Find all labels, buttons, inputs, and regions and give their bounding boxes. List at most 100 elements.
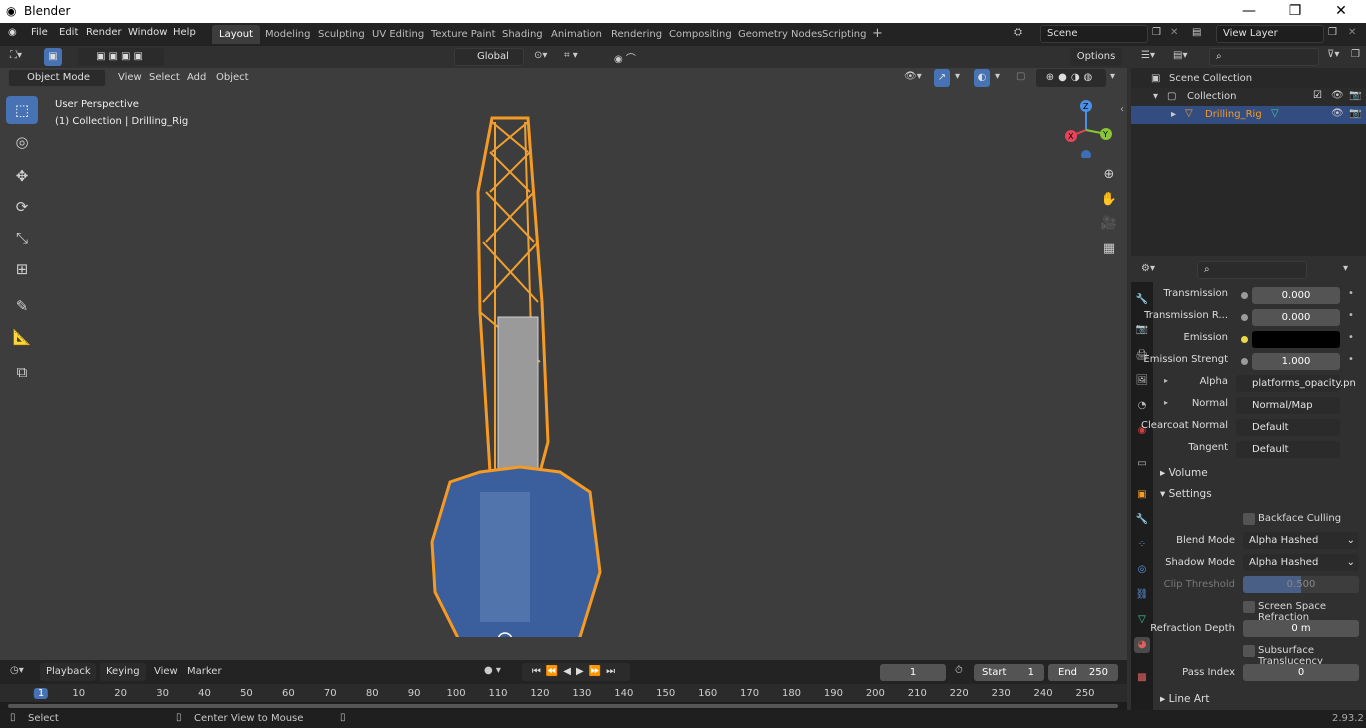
transform-orientation-select[interactable]: Global [454,48,524,66]
selection-mode-icons[interactable]: ▣▣▣▣ [78,48,164,66]
timeline-editor-type-icon[interactable]: ◷▾ [10,665,24,676]
rotate-tool-icon[interactable]: ⟳ [6,193,38,221]
outliner-search-input[interactable]: ⌕ [1209,48,1319,66]
backface-culling-checkbox[interactable] [1243,513,1255,525]
material-tab-icon[interactable]: ◕ [1134,637,1150,653]
normal-field[interactable]: Normal/Map [1236,397,1340,414]
collection-tab-icon[interactable]: ▭ [1134,456,1150,472]
snap-icon[interactable]: ⌗ ▾ [564,50,578,61]
outliner-row-collection[interactable]: ▾ ▢ Collection ☑ 👁 📷 [1131,88,1366,106]
keyframe-emission-icon[interactable]: • [1348,332,1354,343]
transmission-r-field[interactable]: 0.000 [1252,309,1340,326]
timeline-view-menu[interactable]: View [154,666,178,677]
display-mode-icon[interactable]: ▤▾ [1173,50,1187,61]
socket-transmission-r-icon[interactable] [1241,314,1248,321]
new-view-layer-icon[interactable]: ❐ [1328,27,1337,38]
blend-mode-select[interactable]: Alpha Hashed ⌄ [1243,532,1359,549]
socket-emission-icon[interactable] [1241,336,1248,343]
menu-window[interactable]: Window [128,27,167,38]
overlay-dropdown-icon[interactable]: ▾ [995,71,1000,82]
pan-hand-icon[interactable]: ✋ [1098,189,1120,211]
exclude-checkbox-icon[interactable]: ☑ [1313,90,1322,101]
end-frame-field[interactable]: End 250 [1048,664,1118,681]
workspace-tab-animation[interactable]: Animation [544,25,609,44]
gizmo-toggle-icon[interactable]: ↗ [934,69,950,87]
select-box-tool-icon[interactable]: ▣ [44,48,62,66]
gizmo-dropdown-icon[interactable]: ▾ [955,71,960,82]
menu-render[interactable]: Render [86,27,122,38]
emission-strengt-field[interactable]: 1.000 [1252,353,1340,370]
workspace-tab-layout[interactable]: Layout [212,25,260,44]
workspace-tab-sculpting[interactable]: Sculpting [311,25,372,44]
cursor-tool-icon[interactable]: ◎ [6,128,38,156]
minimize-icon[interactable]: — [1226,2,1272,22]
pivot-point-icon[interactable]: ⊙▾ [534,50,547,61]
tangent-field[interactable]: Default [1236,441,1340,458]
menu-edit[interactable]: Edit [59,27,78,38]
alpha-field[interactable]: platforms_opacity.pn [1236,375,1356,392]
shadow-mode-select[interactable]: Alpha Hashed ⌄ [1243,554,1359,571]
hide-viewport-icon[interactable]: 👁 [1331,108,1344,119]
add-workspace-icon[interactable]: + [872,26,883,41]
workspace-tab-compositing[interactable]: Compositing [662,25,739,44]
collapse-collection-icon[interactable]: ▾ [1153,91,1158,102]
expand-object-icon[interactable]: ▸ [1171,109,1176,120]
visibility-icon[interactable]: 👁▾ [904,71,922,82]
viewport-menu-select[interactable]: Select [149,72,180,83]
proportional-edit-icon[interactable]: ◉ ⌒ [614,50,636,65]
add-cube-tool-icon[interactable]: ⧉ [6,358,38,386]
workspace-tab-rendering[interactable]: Rendering [604,25,669,44]
current-frame-field[interactable]: 1 [880,664,946,681]
move-tool-icon[interactable]: ✥ [6,162,38,190]
hide-viewport-icon[interactable]: 👁 [1331,90,1344,101]
workspace-tab-uv-editing[interactable]: UV Editing [365,25,431,44]
measure-tool-icon[interactable]: 📐 [6,323,38,351]
editor-type-icon[interactable]: ⛶▾ [10,50,22,61]
modifier-tab-icon[interactable]: 🔧 [1134,512,1150,528]
workspace-tab-shading[interactable]: Shading [495,25,550,44]
workspace-tab-texture-paint[interactable]: Texture Paint [424,25,503,44]
timeline-marker-menu[interactable]: Marker [187,666,222,677]
object-tab-icon[interactable]: ▣ [1134,487,1150,503]
xray-icon[interactable]: ▢ [1016,71,1025,82]
camera-view-icon[interactable]: 🎥 [1098,213,1120,235]
viewport-menu-add[interactable]: Add [187,72,206,83]
volume-section[interactable]: ▸ Volume [1160,467,1208,479]
outliner-row-drilling-rig[interactable]: ▸ ▽ Drilling_Rig ▽ 👁 📷 [1131,106,1366,124]
scale-tool-icon[interactable]: ⤡ [6,224,38,252]
emission-field[interactable] [1252,331,1340,348]
expand-normal-icon[interactable]: ▸ [1164,398,1168,407]
viewport-menu-view[interactable]: View [118,72,142,83]
keyframe-transmission-r-icon[interactable]: • [1348,310,1354,321]
timeline-scrollbar[interactable] [0,702,1127,710]
ortho-grid-icon[interactable]: ▦ [1098,238,1120,260]
shading-dropdown-icon[interactable]: ▾ [1110,71,1115,82]
menu-help[interactable]: Help [173,27,196,38]
outliner-editor-type-icon[interactable]: ☰▾ [1141,50,1155,61]
filter-icon[interactable]: ⊽▾ [1327,49,1339,60]
scene-field[interactable]: Scene [1040,25,1148,43]
options-button[interactable]: Options [1070,48,1122,66]
view-layer-icon[interactable]: ▤ [1192,27,1201,38]
maximize-icon[interactable]: ❐ [1272,2,1318,22]
menu-file[interactable]: File [31,27,48,38]
keyframe-emission-strengt-icon[interactable]: • [1348,354,1354,365]
drilling-rig-model[interactable] [420,112,620,637]
close-icon[interactable]: ✕ [1318,2,1364,22]
scene-icon[interactable]: ⛭ [1014,27,1022,38]
clearcoat-normal-field[interactable]: Default [1236,419,1340,436]
line-art-section[interactable]: ▸ Line Art [1160,693,1209,705]
disable-render-icon[interactable]: 📷 [1349,90,1361,101]
annotate-tool-icon[interactable]: ✎ [6,292,38,320]
outliner-row-scene-collection[interactable]: ▣ Scene Collection [1131,70,1366,88]
3d-viewport[interactable]: ⛶▾ ▣ ▣▣▣▣ Global ⊙▾ ⌗ ▾ ◉ ⌒ Options Obje… [0,46,1127,660]
refraction-depth-field[interactable]: 0 m [1243,620,1359,637]
subsurface-translucency-checkbox[interactable] [1243,645,1255,657]
socket-transmission-icon[interactable] [1241,292,1248,299]
view-layer-field[interactable]: View Layer [1216,25,1324,43]
preview-range-icon[interactable]: ⏱ [955,665,963,676]
object-mode-select[interactable]: Object Mode [8,69,106,87]
delete-view-layer-icon[interactable]: ✕ [1348,27,1356,38]
socket-emission-strengt-icon[interactable] [1241,358,1248,365]
transmission-field[interactable]: 0.000 [1252,287,1340,304]
